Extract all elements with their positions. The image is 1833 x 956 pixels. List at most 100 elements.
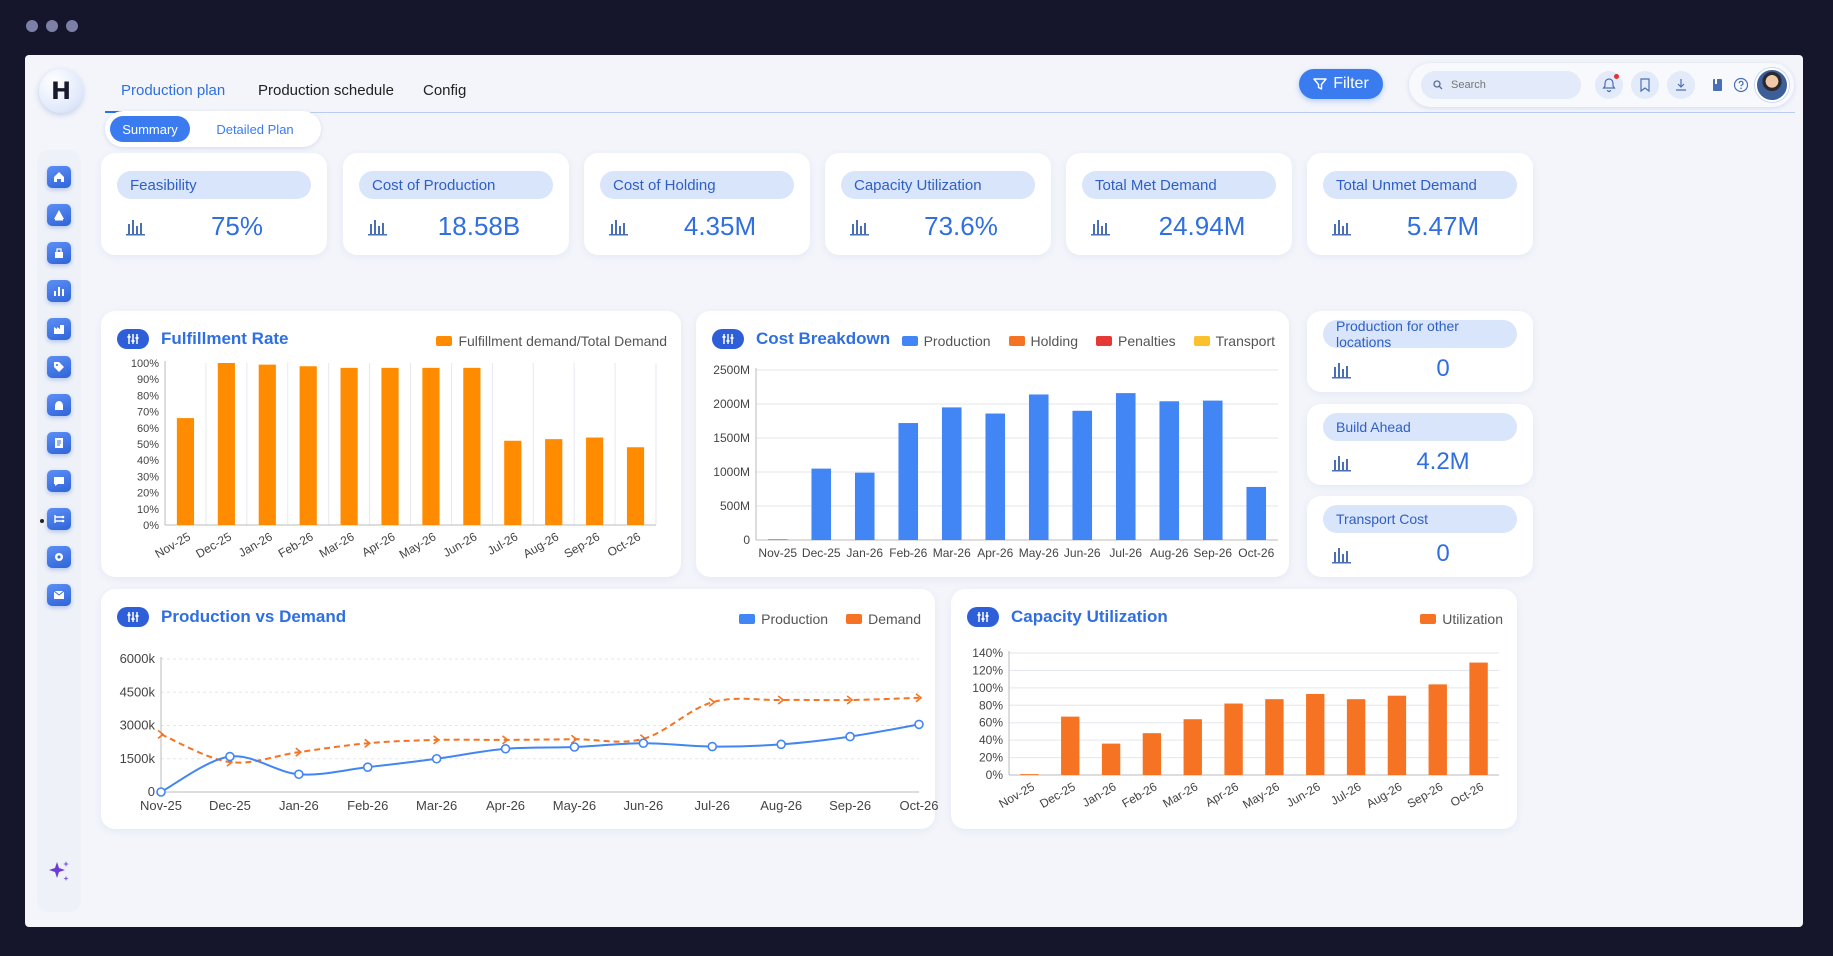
x-tick-label: Nov-25 <box>758 546 797 560</box>
y-tick-label: 20% <box>137 488 159 500</box>
bar <box>1428 684 1447 775</box>
x-tick-label: Jan-26 <box>236 529 275 560</box>
summary-toggle[interactable]: Summary <box>110 116 190 142</box>
bar <box>1265 699 1284 775</box>
bar <box>1115 393 1136 540</box>
y-tick-label: 90% <box>137 374 159 386</box>
fulfillment-rate-chart: 0% 10% 20% 30% 40% 50% 60% 70% 80% 90% 100% Nov-25 D… <box>131 358 657 562</box>
detailed-plan-toggle[interactable]: Detailed Plan <box>197 116 313 142</box>
bar <box>1159 401 1180 540</box>
sidebar-item-flow[interactable] <box>47 508 71 530</box>
kpi-card: Feasibility 75% <box>101 153 327 255</box>
x-tick-label: Mar-26 <box>317 529 357 560</box>
sidebar-item-settings[interactable] <box>47 546 71 568</box>
kpi-value: 75% <box>210 211 264 241</box>
y-tick-label: 50% <box>137 439 159 451</box>
capacity-utilization-card: Capacity Utilization Utilization 0% 20% 40… <box>951 589 1517 829</box>
kpi-label: Cost of Production <box>359 171 553 199</box>
x-tick-label: May-26 <box>397 529 439 561</box>
bar <box>898 423 919 540</box>
x-tick-label: Apr-26 <box>1203 779 1241 809</box>
x-tick-label: Mar-26 <box>933 546 971 560</box>
x-tick-label: Sep-26 <box>562 529 603 561</box>
production-point <box>362 762 373 772</box>
sidebar-item-home[interactable] <box>47 166 71 188</box>
kpi-value: 0 <box>1436 355 1450 382</box>
message-icon <box>54 477 64 486</box>
ai-assistant-button[interactable] <box>37 850 81 894</box>
x-tick-label: Aug-26 <box>521 529 562 561</box>
y-tick-label: 6000k <box>120 651 156 666</box>
x-tick-label: Dec-25 <box>193 529 234 561</box>
y-tick-label: 0 <box>743 533 750 547</box>
factory-icon <box>54 325 64 334</box>
bar-chart-icon <box>125 215 147 237</box>
tab-production-plan[interactable]: Production plan <box>121 82 225 99</box>
x-tick-label: Dec-25 <box>1037 779 1078 811</box>
sidebar-item-factory[interactable] <box>47 318 71 340</box>
sidebar-item-tag[interactable] <box>47 356 71 378</box>
sidebar-item-mail[interactable] <box>47 584 71 606</box>
sidebar-item-report[interactable] <box>47 432 71 454</box>
bar <box>626 447 645 525</box>
download-button[interactable] <box>1667 71 1695 99</box>
app-logo[interactable]: H <box>39 69 83 113</box>
avatar[interactable] <box>1755 68 1789 102</box>
filter-button[interactable]: Filter <box>1299 69 1383 99</box>
bar-chart-icon <box>1331 358 1353 380</box>
search-input[interactable] <box>1451 79 1561 91</box>
search-box[interactable] <box>1421 71 1581 99</box>
window-dot[interactable] <box>66 20 78 32</box>
bar-chart-icon <box>367 215 389 237</box>
bookmark-button[interactable] <box>1631 71 1659 99</box>
x-tick-label: Apr-26 <box>359 529 397 559</box>
cost-breakdown-chart: 0 500M 1000M 1500M 2000M 2500M Nov-25 Dec-25 Jan… <box>713 363 1278 560</box>
tabs-divider <box>105 112 1795 113</box>
x-tick-label: Jun-26 <box>441 529 480 560</box>
bar <box>1028 394 1049 540</box>
x-tick-label: Oct-26 <box>1238 546 1274 560</box>
y-tick-label: 80% <box>137 390 159 402</box>
x-tick-label: Mar-26 <box>416 798 457 813</box>
bar <box>1101 743 1121 775</box>
settings-icon <box>55 553 63 561</box>
bar <box>1224 703 1243 775</box>
bar <box>299 366 317 525</box>
tab-production-schedule[interactable]: Production schedule <box>258 82 394 99</box>
production-vs-demand-card: Production vs Demand Production Demand 0… <box>101 589 939 829</box>
bar <box>767 539 788 540</box>
production-point <box>776 739 786 750</box>
production-point <box>156 787 166 797</box>
window-dot[interactable] <box>26 20 38 32</box>
x-tick-label: Apr-26 <box>977 546 1013 560</box>
tab-config[interactable]: Config <box>423 82 466 99</box>
y-tick-label: 140% <box>972 646 1003 660</box>
bar <box>504 440 522 525</box>
y-tick-label: 70% <box>137 407 159 419</box>
sparkle-icon <box>49 861 69 881</box>
x-tick-label: Jul-26 <box>1109 546 1142 560</box>
demand-line <box>160 696 920 764</box>
bar <box>176 418 195 525</box>
kpi-card: Cost of Production 18.58B <box>343 153 569 255</box>
kpi-label: Capacity Utilization <box>841 171 1035 199</box>
x-tick-label: Jun-26 <box>1064 546 1101 560</box>
bar <box>586 437 604 525</box>
sidebar-item-message[interactable] <box>47 470 71 492</box>
kpi-value: 4.35M <box>683 211 757 241</box>
bar <box>1246 486 1267 540</box>
notifications-button[interactable] <box>1595 71 1623 99</box>
alert-icon <box>54 210 64 221</box>
y-tick-label: 100% <box>972 681 1003 695</box>
bar-chart-icon <box>1331 543 1353 565</box>
bar <box>985 413 1006 540</box>
y-tick-label: 20% <box>979 751 1003 765</box>
x-tick-label: Aug-26 <box>760 798 802 813</box>
help-button[interactable] <box>1727 71 1755 99</box>
sidebar-item-chart[interactable] <box>47 280 71 302</box>
window-dot[interactable] <box>46 20 58 32</box>
kpi-label: Cost of Holding <box>600 171 794 199</box>
sidebar-item-inventory[interactable] <box>47 242 71 264</box>
sidebar-item-hand[interactable] <box>47 394 71 416</box>
sidebar-item-alert[interactable] <box>47 204 71 226</box>
